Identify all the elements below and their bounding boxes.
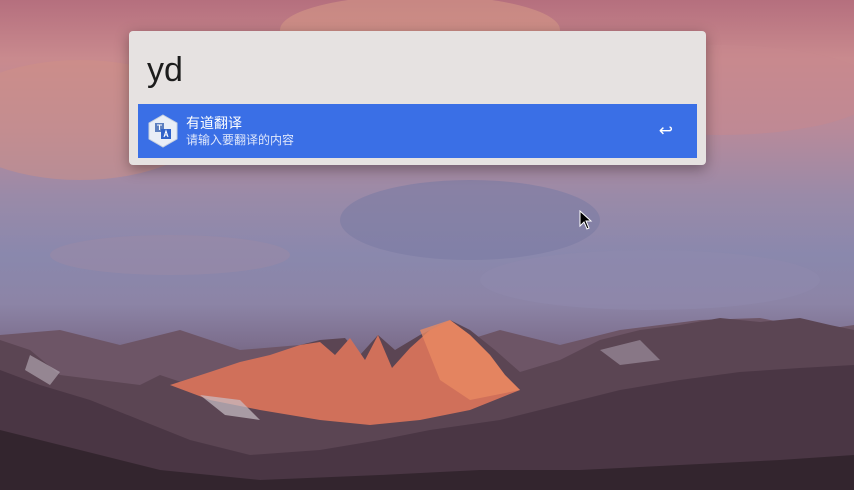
- mouse-cursor-icon: [579, 210, 593, 230]
- enter-key-icon: ↩: [658, 121, 673, 141]
- result-title: 有道翻译: [186, 115, 242, 131]
- search-input[interactable]: [147, 45, 688, 95]
- launcher-panel: 有道翻译 请输入要翻译的内容 ↩: [129, 31, 706, 165]
- result-item-youdao-translate[interactable]: 有道翻译 请输入要翻译的内容 ↩: [138, 104, 697, 158]
- youdao-translate-icon: [148, 114, 178, 148]
- result-subtitle: 请输入要翻译的内容: [186, 133, 295, 147]
